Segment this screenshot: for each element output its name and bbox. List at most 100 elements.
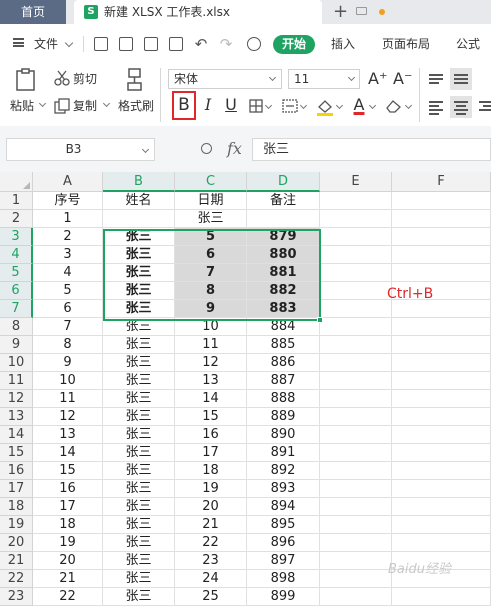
cell-e18[interactable] [320,498,392,516]
tab-start[interactable]: 开始 [273,35,315,54]
cell-b13[interactable]: 张三 [103,408,175,426]
cell-b7[interactable]: 张三 [103,300,175,318]
cell-b22[interactable]: 张三 [103,570,175,588]
row-header-7[interactable]: 7 [0,300,33,318]
align-middle-icon[interactable] [450,68,472,90]
print-icon[interactable] [144,37,158,51]
row-header-6[interactable]: 6 [0,282,33,300]
row-header-3[interactable]: 3 [0,228,33,246]
cell-d7[interactable]: 883 [247,300,320,318]
format-painter-icon[interactable] [125,68,145,92]
cell-f7[interactable] [392,300,491,318]
cell-f20[interactable] [392,534,491,552]
cell-f9[interactable] [392,336,491,354]
cell-e21[interactable] [320,552,392,570]
cell-b12[interactable]: 张三 [103,390,175,408]
row-header-13[interactable]: 13 [0,408,33,426]
cell-a22[interactable]: 21 [33,570,103,588]
undo-icon[interactable]: ↶ [193,36,209,52]
cell-b6[interactable]: 张三 [103,282,175,300]
cell-d19[interactable]: 895 [247,516,320,534]
font-color-button[interactable]: A [351,94,367,116]
cell-c11[interactable]: 13 [175,372,247,390]
column-header-d[interactable]: D [247,172,320,192]
cell-a10[interactable]: 9 [33,354,103,372]
cell-e23[interactable] [320,588,392,606]
cell-d5[interactable]: 881 [247,264,320,282]
cell-f1[interactable] [392,192,491,210]
cell-a2[interactable]: 1 [33,210,103,228]
cell-b3[interactable]: 张三 [103,228,175,246]
cell-a3[interactable]: 2 [33,228,103,246]
row-header-12[interactable]: 12 [0,390,33,408]
cell-b20[interactable]: 张三 [103,534,175,552]
chevron-down-icon[interactable] [335,101,344,110]
align-left-icon[interactable] [425,96,447,118]
row-header-19[interactable]: 19 [0,516,33,534]
cell-d1[interactable]: 备注 [247,192,320,210]
cell-a16[interactable]: 15 [33,462,103,480]
column-header-b[interactable]: B [103,172,175,192]
cell-e6[interactable] [320,282,392,300]
cell-c13[interactable]: 15 [175,408,247,426]
cell-e14[interactable] [320,426,392,444]
grow-font-button[interactable]: A⁺ [368,68,387,90]
align-top-icon[interactable] [425,68,447,90]
cell-b5[interactable]: 张三 [103,264,175,282]
cell-c16[interactable]: 18 [175,462,247,480]
fill-handle[interactable] [317,317,323,323]
row-header-18[interactable]: 18 [0,498,33,516]
cell-e9[interactable] [320,336,392,354]
cell-e16[interactable] [320,462,392,480]
cell-b4[interactable]: 张三 [103,246,175,264]
cell-a18[interactable]: 17 [33,498,103,516]
cell-c14[interactable]: 16 [175,426,247,444]
row-header-21[interactable]: 21 [0,552,33,570]
cell-b9[interactable]: 张三 [103,336,175,354]
cell-e15[interactable] [320,444,392,462]
row-header-11[interactable]: 11 [0,372,33,390]
cell-d6[interactable]: 882 [247,282,320,300]
merge-cells-icon[interactable] [282,99,298,113]
cell-a13[interactable]: 12 [33,408,103,426]
cell-c23[interactable]: 25 [175,588,247,606]
more-options-icon[interactable] [247,37,261,51]
cell-c8[interactable]: 10 [175,318,247,336]
column-header-e[interactable]: E [320,172,392,192]
row-header-10[interactable]: 10 [0,354,33,372]
chevron-down-icon[interactable] [264,101,273,110]
cell-b1[interactable]: 姓名 [103,192,175,210]
cell-d12[interactable]: 888 [247,390,320,408]
cell-e10[interactable] [320,354,392,372]
cell-e22[interactable] [320,570,392,588]
row-header-20[interactable]: 20 [0,534,33,552]
row-header-8[interactable]: 8 [0,318,33,336]
cell-f3[interactable] [392,228,491,246]
cell-d2[interactable] [247,210,320,228]
cell-c1[interactable]: 日期 [175,192,247,210]
row-header-5[interactable]: 5 [0,264,33,282]
cell-f14[interactable] [392,426,491,444]
name-box[interactable]: B3 [6,138,155,161]
cell-d10[interactable]: 886 [247,354,320,372]
add-tab-button[interactable]: + [333,0,348,24]
cell-a19[interactable]: 18 [33,516,103,534]
cell-a11[interactable]: 10 [33,372,103,390]
tab-home[interactable]: 首页 [0,0,66,24]
cell-a1[interactable]: 序号 [33,192,103,210]
cell-f15[interactable] [392,444,491,462]
tab-document[interactable]: S 新建 XLSX 工作表.xlsx [74,0,385,24]
cell-b16[interactable]: 张三 [103,462,175,480]
cell-e12[interactable] [320,390,392,408]
cell-f4[interactable] [392,246,491,264]
cell-e7[interactable] [320,300,392,318]
cell-b10[interactable]: 张三 [103,354,175,372]
italic-button[interactable]: I [201,94,215,116]
cell-e13[interactable] [320,408,392,426]
chevron-down-icon[interactable] [368,101,377,110]
cell-c22[interactable]: 24 [175,570,247,588]
cell-b18[interactable]: 张三 [103,498,175,516]
chevron-down-icon[interactable] [102,99,111,108]
cell-f19[interactable] [392,516,491,534]
cell-d4[interactable]: 880 [247,246,320,264]
